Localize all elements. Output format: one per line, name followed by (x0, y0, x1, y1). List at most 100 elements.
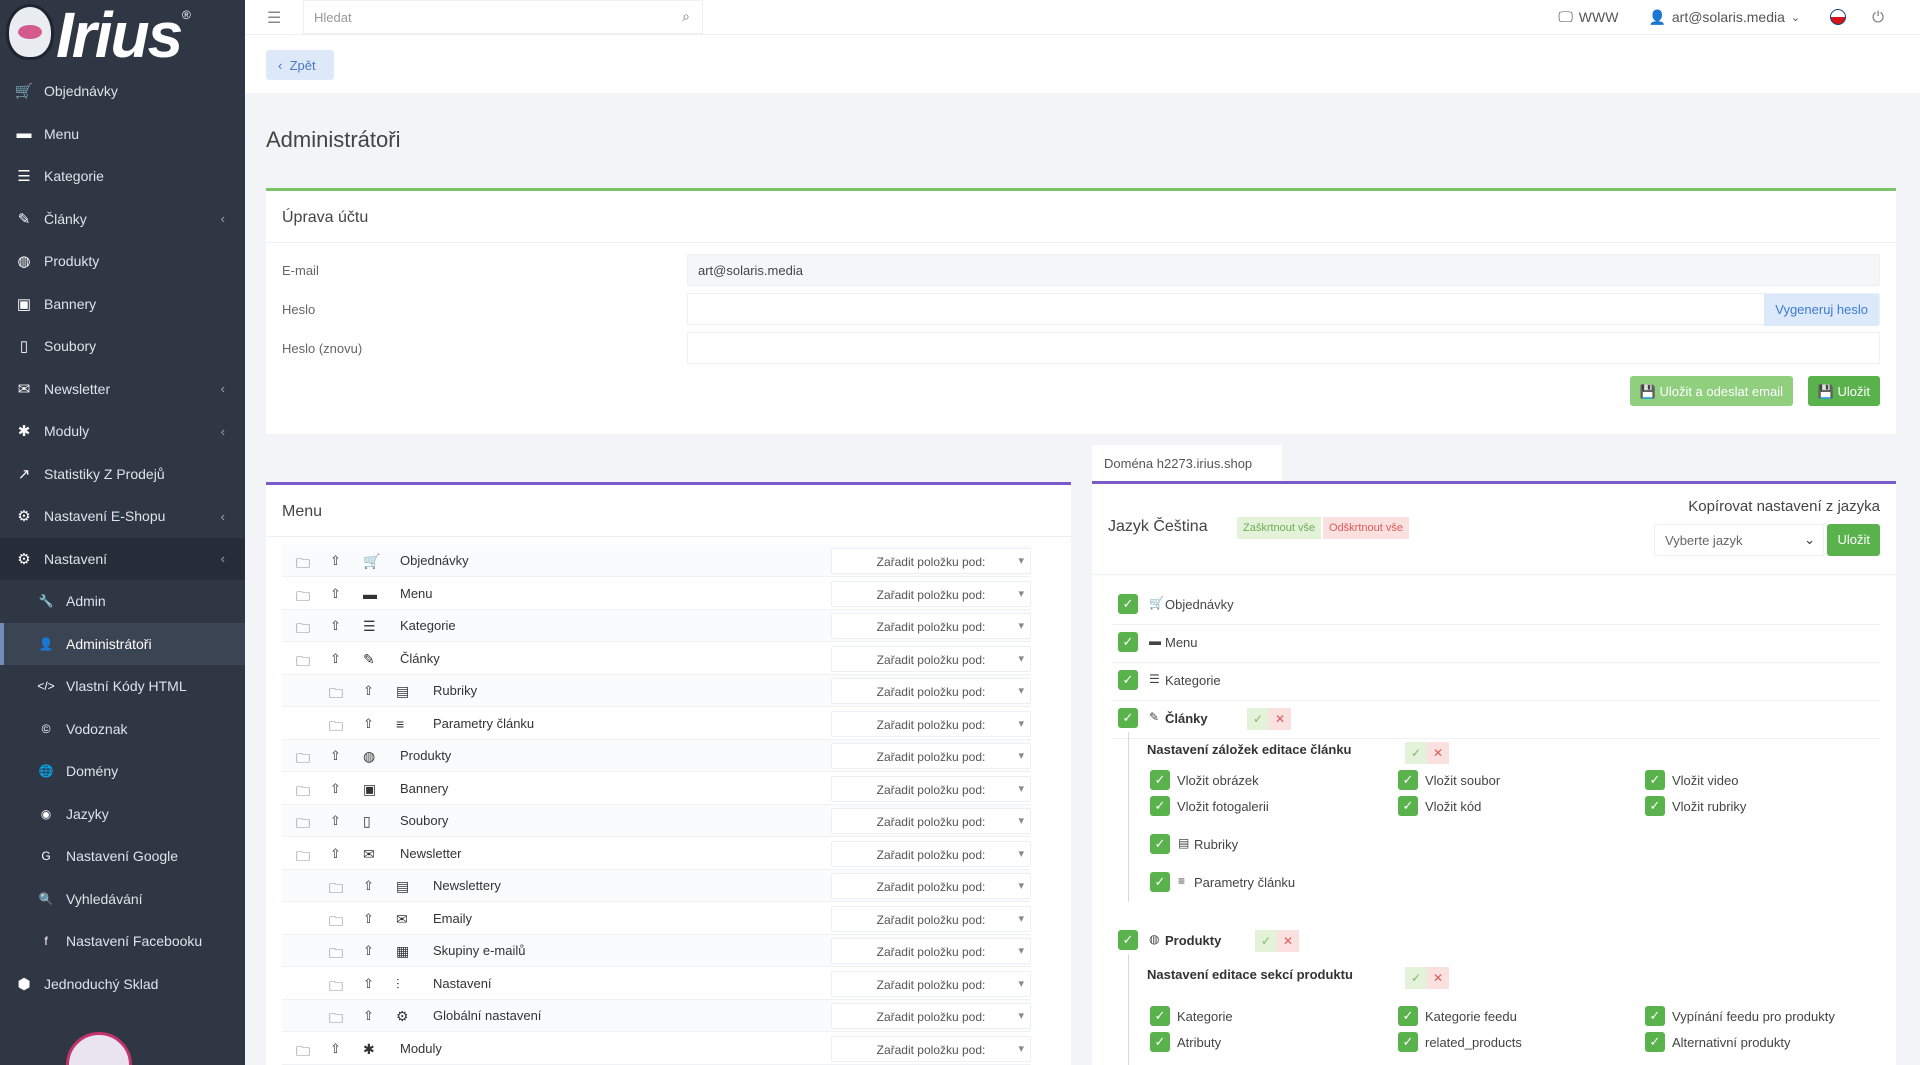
assign-parent-select[interactable]: Zařadit položku pod: (831, 580, 1031, 607)
email-field[interactable]: art@solaris.media (687, 254, 1880, 286)
sidebar-subitem[interactable]: 🔍 Vyhledávání (0, 878, 245, 921)
sidebar-item[interactable]: ✉ Newsletter ‹ (0, 368, 245, 411)
sidebar-item[interactable]: ✱ Moduly ‹ (0, 410, 245, 453)
close-icon[interactable]: ✕ (1427, 742, 1449, 764)
move-icon[interactable]: ⇧ (330, 1041, 341, 1057)
checkbox[interactable]: ✓ (1398, 770, 1418, 790)
avatar[interactable] (66, 1032, 132, 1065)
folder-icon[interactable]: 🗀 (329, 1008, 343, 1032)
copy-language-select[interactable]: Vyberte jazyk ⌄ (1654, 524, 1824, 556)
assign-parent-select[interactable]: Zařadit položku pod: (831, 808, 1031, 834)
checkbox[interactable]: ✓ (1150, 834, 1170, 854)
checkbox[interactable]: ✓ (1118, 594, 1138, 614)
sidebar-item[interactable]: ☰ Kategorie (0, 155, 245, 198)
assign-parent-select[interactable]: Zařadit položku pod: (831, 840, 1031, 867)
sidebar-subitem[interactable]: G Nastavení Google (0, 835, 245, 878)
move-icon[interactable]: ⇧ (330, 846, 341, 862)
checkbox[interactable]: ✓ (1398, 1032, 1418, 1052)
assign-parent-select[interactable]: Zařadit položku pod: (831, 1003, 1031, 1029)
sidebar-item[interactable]: ▣ Bannery (0, 283, 245, 326)
assign-parent-select[interactable]: Zařadit položku pod: (831, 938, 1031, 964)
sidebar-item[interactable]: ▯ Soubory (0, 325, 245, 368)
close-icon[interactable]: ✕ (1427, 967, 1449, 989)
checkbox[interactable]: ✓ (1150, 872, 1170, 892)
assign-parent-select[interactable]: Zařadit položku pod: (831, 873, 1031, 899)
monitor-icon[interactable]: 🖵 (1558, 9, 1572, 26)
check-icon[interactable]: ✓ (1405, 742, 1427, 764)
folder-icon[interactable]: 🗀 (329, 683, 343, 707)
check-icon[interactable]: ✓ (1247, 708, 1269, 730)
move-icon[interactable]: ⇧ (330, 586, 341, 602)
move-icon[interactable]: ⇧ (363, 683, 374, 699)
folder-icon[interactable]: 🗀 (296, 618, 310, 642)
move-icon[interactable]: ⇧ (363, 878, 374, 894)
generate-password-button[interactable]: Vygeneruj heslo (1764, 294, 1879, 326)
check-all-button[interactable]: Zaškrtnout vše (1237, 517, 1322, 539)
sidebar-item[interactable]: ↗ Statistiky Z Prodejů (0, 453, 245, 496)
sidebar-subitem[interactable]: 🔧 Admin (0, 580, 245, 623)
checkbox[interactable]: ✓ (1150, 770, 1170, 790)
move-icon[interactable]: ⇧ (330, 781, 341, 797)
folder-icon[interactable]: 🗀 (296, 813, 310, 837)
tab-domain[interactable]: Doména h2273.irius.shop (1092, 445, 1282, 481)
sidebar-subitem[interactable]: ◉ Jazyky (0, 793, 245, 836)
folder-icon[interactable]: 🗀 (329, 976, 343, 1000)
sidebar-item[interactable]: ⚙ Nastavení ‹ (0, 537, 245, 580)
checkbox[interactable]: ✓ (1398, 796, 1418, 816)
sidebar-subitem[interactable]: 🌐 Domény (0, 750, 245, 793)
move-icon[interactable]: ⇧ (363, 943, 374, 959)
move-icon[interactable]: ⇧ (363, 911, 374, 927)
folder-icon[interactable]: 🗀 (296, 651, 310, 675)
check-icon[interactable]: ✓ (1255, 930, 1277, 952)
checkbox[interactable]: ✓ (1150, 796, 1170, 816)
check-icon[interactable]: ✓ (1405, 967, 1427, 989)
close-icon[interactable]: ✕ (1269, 708, 1291, 730)
back-button[interactable]: ‹ Zpět (266, 50, 334, 80)
checkbox[interactable]: ✓ (1150, 1006, 1170, 1026)
close-icon[interactable]: ✕ (1277, 930, 1299, 952)
checkbox[interactable]: ✓ (1118, 708, 1138, 728)
move-icon[interactable]: ⇧ (330, 618, 341, 634)
uncheck-all-button[interactable]: Odškrtnout vše (1323, 517, 1409, 539)
checkbox[interactable]: ✓ (1398, 1006, 1418, 1026)
folder-icon[interactable]: 🗀 (329, 716, 343, 740)
sidebar-item[interactable]: ⚙ Nastavení E-Shopu ‹ (0, 495, 245, 538)
move-icon[interactable]: ⇧ (330, 748, 341, 764)
checkbox[interactable]: ✓ (1118, 632, 1138, 652)
folder-icon[interactable]: 🗀 (296, 1041, 310, 1065)
checkbox[interactable]: ✓ (1118, 930, 1138, 950)
copy-save-button[interactable]: Uložit (1827, 524, 1880, 556)
folder-icon[interactable]: 🗀 (296, 781, 310, 805)
move-icon[interactable]: ⇧ (363, 1008, 374, 1024)
assign-parent-select[interactable]: Zařadit položku pod: (831, 613, 1031, 639)
flag-icon[interactable] (1830, 9, 1847, 25)
assign-parent-select[interactable]: Zařadit položku pod: (831, 548, 1031, 574)
move-icon[interactable]: ⇧ (363, 976, 374, 992)
checkbox[interactable]: ✓ (1645, 1032, 1665, 1052)
assign-parent-select[interactable]: Zařadit položku pod: (831, 905, 1031, 932)
checkbox[interactable]: ✓ (1645, 796, 1665, 816)
sidebar-item[interactable]: 🛒 Objednávky (0, 70, 245, 113)
checkbox[interactable]: ✓ (1645, 1006, 1665, 1026)
folder-icon[interactable]: 🗀 (296, 748, 310, 772)
move-icon[interactable]: ⇧ (363, 716, 374, 732)
hamburger-icon[interactable]: ☰ (267, 8, 281, 28)
sidebar-subitem[interactable]: f Nastavení Facebooku (0, 920, 245, 963)
chevron-down-icon[interactable]: ⌄ (1791, 11, 1800, 24)
www-link[interactable]: WWW (1579, 9, 1619, 25)
sidebar-subitem[interactable]: 👤 Administrátoři (0, 622, 245, 665)
move-icon[interactable]: ⇧ (330, 651, 341, 667)
sidebar-item[interactable]: ▬ Menu (0, 113, 245, 156)
folder-icon[interactable]: 🗀 (296, 586, 310, 610)
assign-parent-select[interactable]: Zařadit položku pod: (831, 1035, 1031, 1062)
save-button[interactable]: 💾 Uložit (1807, 376, 1880, 406)
checkbox[interactable]: ✓ (1118, 670, 1138, 690)
power-icon[interactable]: ⏻ (1872, 9, 1884, 26)
folder-icon[interactable]: 🗀 (296, 553, 310, 577)
sidebar-item[interactable]: ◍ Produkty (0, 240, 245, 283)
assign-parent-select[interactable]: Zařadit položku pod: (831, 678, 1031, 704)
assign-parent-select[interactable]: Zařadit položku pod: (831, 775, 1031, 802)
checkbox[interactable]: ✓ (1150, 1032, 1170, 1052)
sidebar-item[interactable]: ✎ Články ‹ (0, 198, 245, 241)
folder-icon[interactable]: 🗀 (329, 911, 343, 935)
